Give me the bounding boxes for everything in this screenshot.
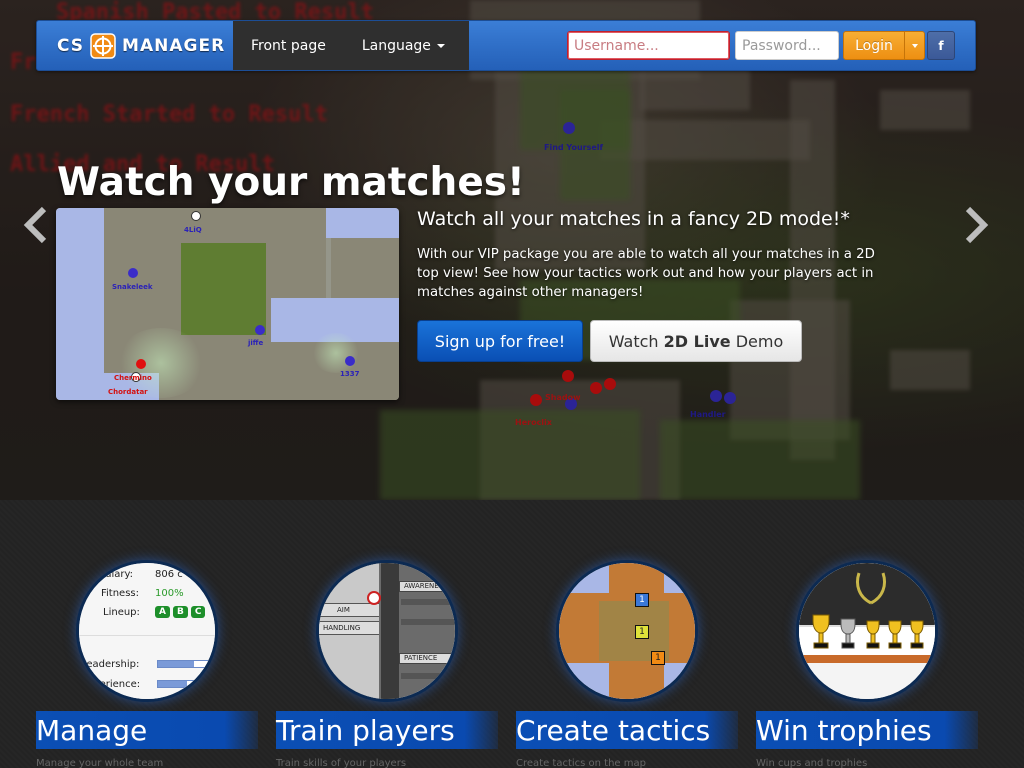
- tactic-marker-blue: 1: [635, 593, 649, 607]
- player-label: 1337: [340, 370, 360, 378]
- facebook-login-button[interactable]: f: [927, 31, 955, 60]
- lineup-badge: B: [172, 606, 188, 618]
- login-label: Login: [855, 37, 893, 54]
- carousel-next-arrow[interactable]: [962, 205, 990, 245]
- brand-text-manager: MANAGER: [122, 35, 226, 56]
- chevron-right-icon: [965, 206, 989, 244]
- feature-train-players: AIM HANDLING AWARENESS PATIENCE Train pl…: [276, 500, 498, 768]
- player-label: Chordatar: [108, 388, 148, 396]
- caret-down-icon: [436, 43, 445, 48]
- feature-description: Train skills of your players: [276, 758, 407, 768]
- salary-value: 806 c: [155, 569, 183, 580]
- feature-title-win-trophies: Win trophies: [756, 711, 978, 749]
- manage-illustration: Salary: 806 c Fitness: 100% Lineup: A B …: [76, 560, 218, 702]
- carousel-caption-title: Watch all your matches in a fancy 2D mod…: [417, 208, 850, 230]
- facebook-icon: f: [938, 38, 944, 53]
- nav-front-page[interactable]: Front page: [233, 21, 344, 70]
- tactic-marker-yellow: 1: [635, 625, 649, 639]
- brand-logo[interactable]: CS MANAGER: [37, 21, 233, 70]
- main-menu: Front page Language: [233, 21, 469, 70]
- password-input[interactable]: [735, 31, 839, 60]
- player-label: Snakeleek: [112, 283, 153, 291]
- train-label-handling: HANDLING: [319, 621, 379, 635]
- fitness-value: 100%: [155, 588, 184, 599]
- watch-demo-button[interactable]: Watch 2D Live Demo: [590, 320, 802, 362]
- player-label: Chermino: [114, 374, 152, 382]
- top-navbar: CS MANAGER Front page Language Login f: [36, 20, 976, 71]
- sign-up-button[interactable]: Sign up for free!: [417, 320, 583, 362]
- train-label-awareness: AWARENESS: [399, 581, 455, 592]
- 2d-match-preview-image: 4LiQ Snakeleek jiffe 1337 Chermino Chord…: [56, 208, 399, 400]
- feature-create-tactics: 1 1 1 Create tactics Create tactics on t…: [516, 500, 738, 768]
- carousel-caption-text: With our VIP package you are able to wat…: [417, 247, 875, 300]
- username-input[interactable]: [567, 31, 730, 60]
- salary-label: Salary:: [99, 569, 134, 580]
- feature-title-create-tactics: Create tactics: [516, 711, 738, 749]
- feature-title-train-players: Train players: [276, 711, 498, 749]
- caret-down-icon: [911, 43, 918, 48]
- login-button[interactable]: Login: [843, 31, 925, 60]
- player-label: jiffe: [248, 339, 264, 347]
- brand-text-cs: CS: [57, 35, 85, 56]
- tactics-illustration: 1 1 1: [556, 560, 698, 702]
- feature-description: Win cups and trophies: [756, 758, 868, 768]
- experience-label: Experience:: [81, 679, 141, 690]
- hero-title: Watch your matches!: [57, 160, 525, 205]
- chevron-left-icon: [23, 206, 47, 244]
- player-label: 4LiQ: [184, 226, 202, 234]
- demo-label-pre: Watch: [608, 331, 664, 351]
- train-label-aim: AIM: [319, 603, 379, 617]
- leadership-label: Leadership:: [81, 659, 140, 670]
- nav-language-dropdown[interactable]: Language: [344, 21, 463, 70]
- train-illustration: AIM HANDLING AWARENESS PATIENCE: [316, 560, 458, 702]
- feature-title-manage: Manage: [36, 711, 258, 749]
- nav-language-label: Language: [361, 37, 431, 54]
- fitness-label: Fitness:: [101, 588, 140, 599]
- trophies-illustration: [796, 560, 938, 702]
- demo-label-post: Demo: [730, 331, 784, 351]
- feature-description: Create tactics on the map: [516, 758, 646, 768]
- lineup-badge: C: [190, 606, 206, 618]
- crosshair-logo-icon: [90, 32, 116, 59]
- feature-win-trophies: Win trophies Win cups and trophies: [756, 500, 978, 768]
- tactic-marker-orange: 1: [651, 651, 665, 665]
- features-section: Salary: 806 c Fitness: 100% Lineup: A B …: [0, 500, 1024, 768]
- feature-description: Manage your whole team: [36, 758, 164, 768]
- train-label-patience: PATIENCE: [399, 653, 455, 664]
- trophy-icon: [812, 614, 924, 649]
- lineup-label: Lineup:: [103, 607, 140, 618]
- feature-manage: Salary: 806 c Fitness: 100% Lineup: A B …: [36, 500, 258, 768]
- login-dropdown-toggle[interactable]: [904, 32, 924, 59]
- laurel-icon: [856, 572, 886, 605]
- carousel-prev-arrow[interactable]: [22, 205, 50, 245]
- demo-label-bold: 2D Live: [663, 331, 731, 351]
- lineup-badge: A: [155, 606, 170, 618]
